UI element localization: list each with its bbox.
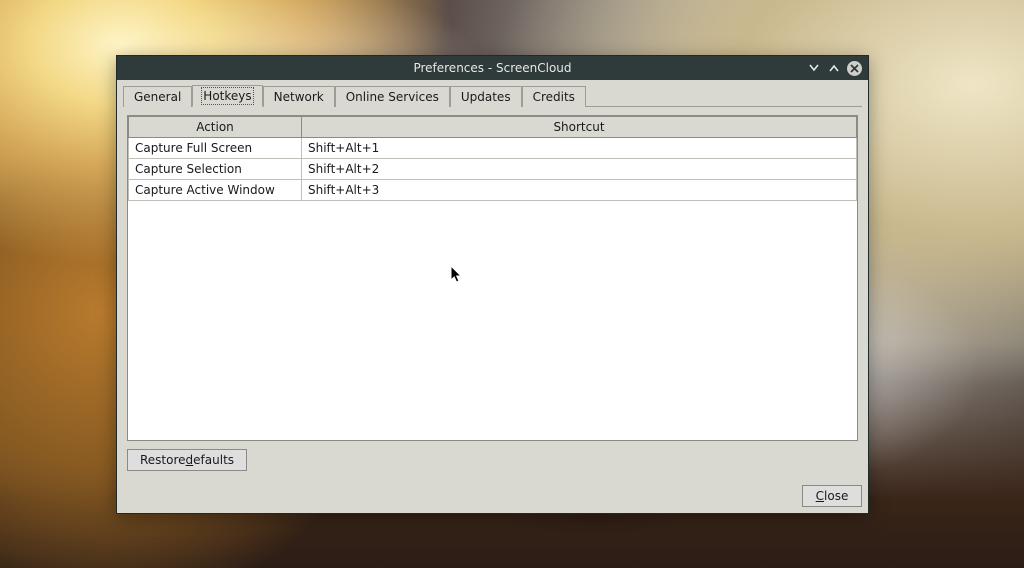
tab-online-services[interactable]: Online Services	[335, 86, 450, 107]
window-title: Preferences - ScreenCloud	[413, 61, 571, 75]
table-empty-area	[128, 201, 857, 440]
col-header-shortcut[interactable]: Shortcut	[302, 117, 857, 138]
cell-action: Capture Selection	[129, 159, 302, 180]
table-row[interactable]: Capture Full Screen Shift+Alt+1	[129, 138, 857, 159]
button-label-ul: C	[816, 489, 824, 503]
hotkeys-table: Action Shortcut Capture Full Screen Shif…	[127, 115, 858, 441]
cell-shortcut: Shift+Alt+1	[302, 138, 857, 159]
preferences-window: Preferences - ScreenCloud General Hotkey…	[116, 55, 869, 514]
tab-page-hotkeys: Action Shortcut Capture Full Screen Shif…	[123, 107, 862, 475]
tab-hotkeys[interactable]: Hotkeys	[192, 85, 262, 107]
cell-shortcut: Shift+Alt+3	[302, 180, 857, 201]
tab-credits[interactable]: Credits	[522, 86, 586, 107]
close-button[interactable]: Close	[802, 485, 862, 507]
cell-action: Capture Full Screen	[129, 138, 302, 159]
button-label-ul: d	[186, 453, 194, 467]
table-header-row: Action Shortcut	[129, 117, 857, 138]
col-header-action[interactable]: Action	[129, 117, 302, 138]
cell-action: Capture Active Window	[129, 180, 302, 201]
tab-bar: General Hotkeys Network Online Services …	[123, 84, 862, 107]
cell-shortcut: Shift+Alt+2	[302, 159, 857, 180]
table-row[interactable]: Capture Selection Shift+Alt+2	[129, 159, 857, 180]
minimize-icon[interactable]	[807, 61, 821, 75]
maximize-icon[interactable]	[827, 61, 841, 75]
button-label-prefix: Restore	[140, 453, 186, 467]
titlebar-buttons	[807, 56, 862, 80]
button-label-suffix: efaults	[193, 453, 234, 467]
button-label-suffix: lose	[824, 489, 848, 503]
dialog-button-row: Close	[123, 475, 862, 507]
tab-updates[interactable]: Updates	[450, 86, 522, 107]
tab-general[interactable]: General	[123, 86, 192, 107]
close-icon[interactable]	[847, 61, 862, 76]
restore-defaults-button[interactable]: Restore defaults	[127, 449, 247, 471]
table-row[interactable]: Capture Active Window Shift+Alt+3	[129, 180, 857, 201]
titlebar[interactable]: Preferences - ScreenCloud	[117, 56, 868, 80]
below-table-controls: Restore defaults	[127, 449, 858, 471]
window-body: General Hotkeys Network Online Services …	[117, 80, 868, 513]
tab-network[interactable]: Network	[263, 86, 335, 107]
